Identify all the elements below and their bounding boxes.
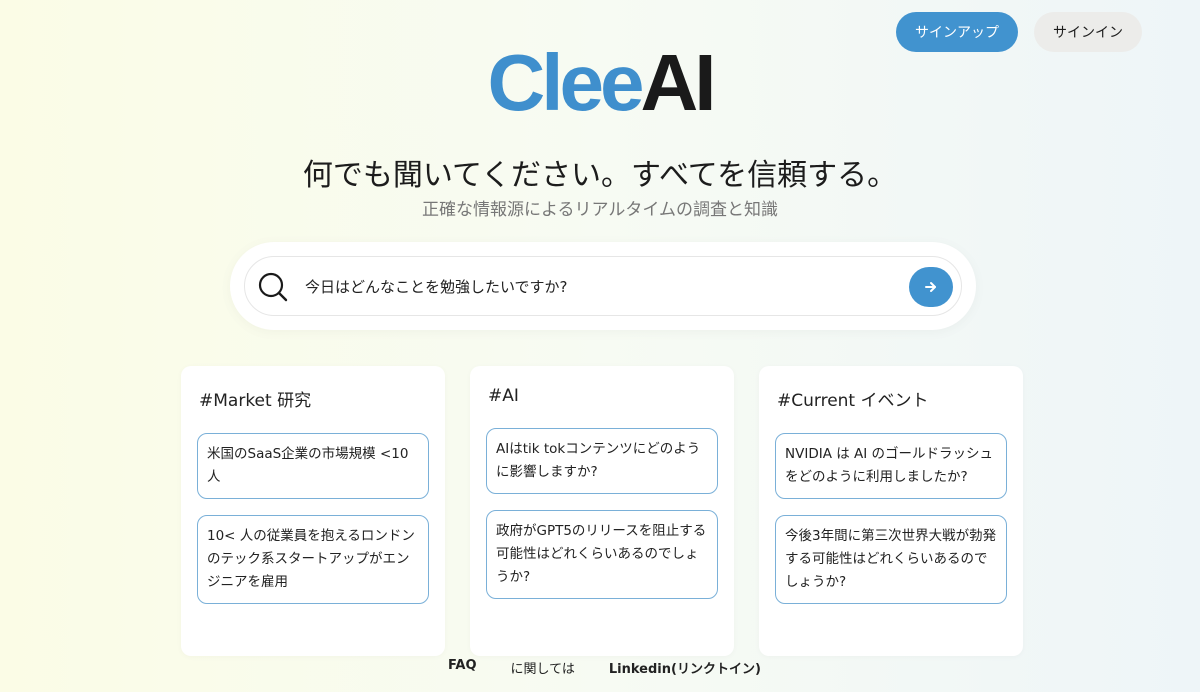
suggested-question[interactable]: 10< 人の従業員を抱えるロンドンのテック系スタートアップがエンジニアを雇用 [197,515,429,604]
arrow-right-icon [925,282,936,292]
card-title: #AI [488,386,519,406]
topic-card-market: #Market 研究 米国のSaaS企業の市場規模 <10人 10< 人の従業員… [181,366,445,656]
logo-part-ai: AI [640,38,716,127]
footer-linkedin-link[interactable]: Linkedin(リンクトイン) [609,658,761,677]
search-input[interactable] [305,267,895,307]
suggested-question[interactable]: 今後3年間に第三次世界大戦が勃発する可能性はどれくらいあるのでしょうか? [775,515,1007,604]
suggested-question[interactable]: AIはtik tokコンテンツにどのように影響しますか? [486,428,718,494]
card-title: #Current イベント [777,391,929,411]
search-icon [258,272,288,302]
hero-subline: 正確な情報源によるリアルタイムの調査と知識 [422,200,778,220]
footer-about-link[interactable]: に関しては [511,658,575,677]
search-bar [244,256,962,316]
search-container [230,242,976,330]
suggested-question[interactable]: NVIDIA は AI のゴールドラッシュをどのように利用しましたか? [775,433,1007,499]
topic-cards: #Market 研究 米国のSaaS企業の市場規模 <10人 10< 人の従業員… [181,366,1023,656]
search-submit-button[interactable] [909,267,953,307]
hero-headline: 何でも聞いてください。すべてを信頼する。 [302,158,898,193]
topic-card-current-events: #Current イベント NVIDIA は AI のゴールドラッシュをどのよう… [759,366,1023,656]
card-title: #Market 研究 [199,391,312,411]
footer: FAQ に関しては Linkedin(リンクトイン) [448,658,761,677]
footer-faq-link[interactable]: FAQ [448,658,477,677]
topic-card-ai: #AI AIはtik tokコンテンツにどのように影響しますか? 政府がGPT5… [470,366,734,656]
logo: CleeAI [0,38,1200,128]
suggested-question[interactable]: 政府がGPT5のリリースを阻止する可能性はどれくらいあるのでしょうか? [486,510,718,599]
logo-part-clee: Clee [487,38,645,127]
suggested-question[interactable]: 米国のSaaS企業の市場規模 <10人 [197,433,429,499]
